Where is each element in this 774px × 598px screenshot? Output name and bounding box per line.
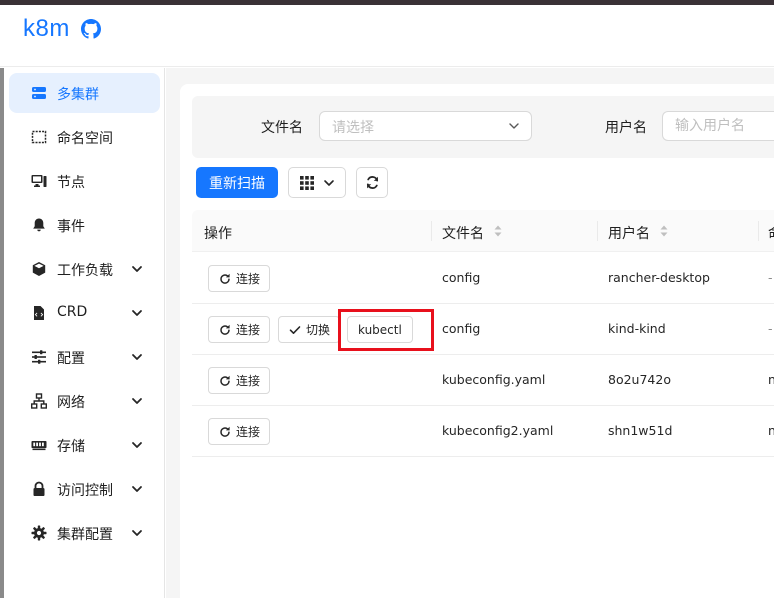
file-select[interactable]: 请选择: [319, 111, 532, 141]
file-cell: kubeconfig2.yaml: [442, 423, 554, 438]
column-divider: [758, 221, 759, 241]
sidebar-item-crd[interactable]: CRD: [9, 293, 160, 333]
server-icon: [31, 85, 47, 101]
sidebar-item-label: 节点: [57, 175, 85, 191]
redo-icon: [219, 324, 231, 336]
sidebar-item-events[interactable]: 事件: [9, 205, 160, 245]
window-edge: [0, 68, 4, 598]
user-cell: 8o2u742o: [608, 372, 671, 387]
namespace-icon: [31, 129, 47, 145]
refresh-icon: [365, 175, 380, 190]
annotation-highlight-box: [338, 309, 434, 351]
connect-button[interactable]: 连接: [208, 265, 271, 292]
column-header-user[interactable]: 用户名: [608, 223, 650, 243]
connect-button[interactable]: 连接: [208, 316, 271, 343]
lock-icon: [31, 481, 47, 497]
sidebar: 多集群 命名空间 节点 事件 工作负载 CRD 配置 网络 存储 访问控制 集群…: [0, 68, 165, 598]
sidebar-item-label: 配置: [57, 351, 85, 367]
chevron-down-icon[interactable]: [131, 263, 143, 275]
file-code-icon: [31, 305, 47, 321]
sidebar-item-label: 多集群: [57, 87, 99, 103]
column-divider: [597, 221, 598, 241]
sidebar-item-label: 命名空间: [57, 131, 113, 147]
user-cell: shn1w51d: [608, 423, 673, 438]
sidebar-item-label: 存储: [57, 439, 85, 455]
sidebar-item-label: 网络: [57, 395, 85, 411]
sidebar-item-label: CRD: [57, 304, 88, 320]
sidebar-item-cluster-config[interactable]: 集群配置: [9, 513, 160, 553]
table-row: 连接 config rancher-desktop -: [192, 253, 774, 304]
column-header-file[interactable]: 文件名: [442, 223, 484, 243]
chevron-down-icon[interactable]: [131, 351, 143, 363]
cube-icon: [31, 261, 47, 277]
chevron-down-icon[interactable]: [131, 483, 143, 495]
table-row: 连接 kubeconfig2.yaml shn1w51d n: [192, 406, 774, 457]
gear-icon: [31, 525, 47, 541]
extra-cell: n: [768, 372, 774, 387]
chevron-down-icon: [323, 177, 335, 189]
chevron-down-icon[interactable]: [131, 307, 143, 319]
redo-icon: [219, 375, 231, 387]
table-row: 连接 切换 kubectl config kind-kind -: [192, 304, 774, 355]
user-input[interactable]: [662, 111, 774, 141]
sort-icon[interactable]: [494, 225, 502, 237]
extra-cell: n: [768, 423, 774, 438]
file-cell: config: [442, 321, 481, 336]
sidebar-item-multi-cluster[interactable]: 多集群: [9, 73, 160, 113]
network-icon: [31, 393, 47, 409]
connect-label: 连接: [236, 425, 261, 439]
table-row: 连接 kubeconfig.yaml 8o2u742o n: [192, 355, 774, 406]
connect-button[interactable]: 连接: [208, 418, 271, 445]
connect-button[interactable]: 连接: [208, 367, 271, 394]
github-icon[interactable]: [81, 19, 101, 39]
sidebar-item-label: 事件: [57, 219, 85, 235]
memory-icon: [31, 437, 47, 453]
sidebar-item-network[interactable]: 网络: [9, 381, 160, 421]
check-icon: [289, 324, 301, 336]
user-cell: rancher-desktop: [608, 270, 710, 285]
extra-cell: -: [768, 270, 773, 285]
file-filter-label: 文件名: [261, 120, 303, 136]
connect-label: 连接: [236, 323, 261, 337]
sidebar-item-label: 工作负载: [57, 263, 113, 279]
chevron-down-icon[interactable]: [131, 395, 143, 407]
redo-icon: [219, 273, 231, 285]
redo-icon: [219, 426, 231, 438]
chevron-down-icon: [508, 120, 520, 132]
switch-label: 切换: [306, 323, 331, 337]
sidebar-item-storage[interactable]: 存储: [9, 425, 160, 465]
file-select-placeholder: 请选择: [332, 120, 374, 136]
app-logo[interactable]: k8m: [23, 15, 70, 43]
column-toggle-button[interactable]: [288, 167, 346, 198]
sidebar-item-nodes[interactable]: 节点: [9, 161, 160, 201]
sidebar-item-label: 访问控制: [57, 483, 113, 499]
column-header-extra: 命: [768, 223, 774, 243]
sidebar-item-label: 集群配置: [57, 527, 113, 543]
sidebar-item-config[interactable]: 配置: [9, 337, 160, 377]
file-cell: config: [442, 270, 481, 285]
connect-label: 连接: [236, 272, 261, 286]
file-cell: kubeconfig.yaml: [442, 372, 546, 387]
chevron-down-icon[interactable]: [131, 439, 143, 451]
rescan-button[interactable]: 重新扫描: [196, 167, 278, 198]
column-divider: [431, 221, 432, 241]
sidebar-item-namespace[interactable]: 命名空间: [9, 117, 160, 157]
user-filter-label: 用户名: [605, 120, 647, 136]
desktop-icon: [31, 173, 47, 189]
sidebar-item-workloads[interactable]: 工作负载: [9, 249, 160, 289]
chevron-down-icon[interactable]: [131, 527, 143, 539]
refresh-button[interactable]: [356, 167, 388, 198]
sort-icon[interactable]: [660, 225, 668, 237]
grid-icon: [300, 176, 314, 190]
sliders-icon: [31, 349, 47, 365]
bell-icon: [31, 217, 47, 233]
extra-cell: -: [768, 321, 773, 336]
app-header: k8m: [0, 5, 774, 67]
connect-label: 连接: [236, 374, 261, 388]
table-header: 操作 文件名 用户名 命: [192, 210, 774, 252]
sidebar-item-access-control[interactable]: 访问控制: [9, 469, 160, 509]
user-cell: kind-kind: [608, 321, 666, 336]
switch-button[interactable]: 切换: [278, 316, 341, 343]
column-header-ops: 操作: [204, 226, 232, 242]
